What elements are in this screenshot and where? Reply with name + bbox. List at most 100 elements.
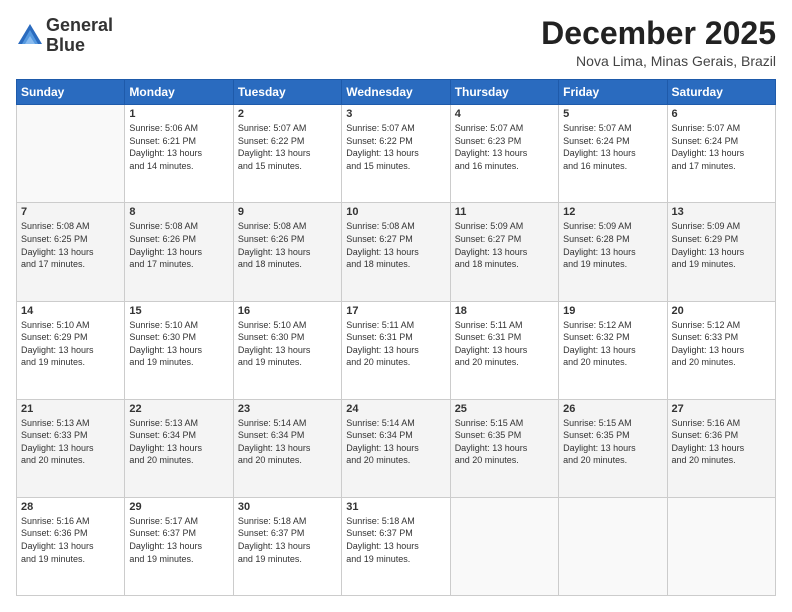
calendar-cell: 8 Sunrise: 5:08 AM Sunset: 6:26 PM Daylig… <box>125 203 233 301</box>
column-header-wednesday: Wednesday <box>342 80 450 105</box>
day-info: Sunrise: 5:15 AM Sunset: 6:35 PM Dayligh… <box>455 417 554 467</box>
day-info: Sunrise: 5:08 AM Sunset: 6:26 PM Dayligh… <box>129 220 228 270</box>
day-info: Sunrise: 5:12 AM Sunset: 6:32 PM Dayligh… <box>563 319 662 369</box>
day-number: 8 <box>129 206 228 218</box>
day-number: 19 <box>563 305 662 317</box>
day-number: 3 <box>346 108 445 120</box>
calendar-cell: 17 Sunrise: 5:11 AM Sunset: 6:31 PM Dayli… <box>342 301 450 399</box>
day-info: Sunrise: 5:07 AM Sunset: 6:24 PM Dayligh… <box>672 122 771 172</box>
day-number: 2 <box>238 108 337 120</box>
calendar-cell: 23 Sunrise: 5:14 AM Sunset: 6:34 PM Dayli… <box>233 399 341 497</box>
day-number: 17 <box>346 305 445 317</box>
column-header-tuesday: Tuesday <box>233 80 341 105</box>
calendar-cell: 7Sunrise: 5:08 AM Sunset: 6:25 PM Daylig… <box>17 203 125 301</box>
day-info: Sunrise: 5:07 AM Sunset: 6:22 PM Dayligh… <box>238 122 337 172</box>
calendar-cell: 18Sunrise: 5:11 AM Sunset: 6:31 PM Dayli… <box>450 301 558 399</box>
calendar-cell: 9 Sunrise: 5:08 AM Sunset: 6:26 PM Daylig… <box>233 203 341 301</box>
calendar-cell: 16Sunrise: 5:10 AM Sunset: 6:30 PM Dayli… <box>233 301 341 399</box>
day-info: Sunrise: 5:12 AM Sunset: 6:33 PM Dayligh… <box>672 319 771 369</box>
calendar-table: SundayMondayTuesdayWednesdayThursdayFrid… <box>16 79 776 596</box>
day-info: Sunrise: 5:15 AM Sunset: 6:35 PM Dayligh… <box>563 417 662 467</box>
calendar-cell: 15Sunrise: 5:10 AM Sunset: 6:30 PM Dayli… <box>125 301 233 399</box>
day-number: 25 <box>455 403 554 415</box>
day-info: Sunrise: 5:14 AM Sunset: 6:34 PM Dayligh… <box>238 417 337 467</box>
calendar-week-5: 28Sunrise: 5:16 AM Sunset: 6:36 PM Dayli… <box>17 497 776 595</box>
day-number: 1 <box>129 108 228 120</box>
calendar-cell <box>17 105 125 203</box>
day-number: 27 <box>672 403 771 415</box>
day-number: 11 <box>455 206 554 218</box>
calendar-cell: 4 Sunrise: 5:07 AM Sunset: 6:23 PM Daylig… <box>450 105 558 203</box>
calendar-cell: 11 Sunrise: 5:09 AM Sunset: 6:27 PM Dayli… <box>450 203 558 301</box>
calendar-cell: 10Sunrise: 5:08 AM Sunset: 6:27 PM Dayli… <box>342 203 450 301</box>
day-number: 30 <box>238 501 337 513</box>
calendar-cell: 2 Sunrise: 5:07 AM Sunset: 6:22 PM Daylig… <box>233 105 341 203</box>
day-info: Sunrise: 5:11 AM Sunset: 6:31 PM Dayligh… <box>455 319 554 369</box>
calendar-cell: 30 Sunrise: 5:18 AM Sunset: 6:37 PM Dayli… <box>233 497 341 595</box>
logo-icon <box>16 22 44 50</box>
day-info: Sunrise: 5:13 AM Sunset: 6:33 PM Dayligh… <box>21 417 120 467</box>
calendar-cell: 20 Sunrise: 5:12 AM Sunset: 6:33 PM Dayli… <box>667 301 775 399</box>
column-header-sunday: Sunday <box>17 80 125 105</box>
day-number: 29 <box>129 501 228 513</box>
day-number: 14 <box>21 305 120 317</box>
calendar-cell: 6 Sunrise: 5:07 AM Sunset: 6:24 PM Daylig… <box>667 105 775 203</box>
day-info: Sunrise: 5:08 AM Sunset: 6:26 PM Dayligh… <box>238 220 337 270</box>
calendar-header-row: SundayMondayTuesdayWednesdayThursdayFrid… <box>17 80 776 105</box>
day-info: Sunrise: 5:08 AM Sunset: 6:25 PM Dayligh… <box>21 220 120 270</box>
logo: General Blue <box>16 16 113 56</box>
calendar-cell: 5 Sunrise: 5:07 AM Sunset: 6:24 PM Daylig… <box>559 105 667 203</box>
calendar-week-3: 14 Sunrise: 5:10 AM Sunset: 6:29 PM Dayli… <box>17 301 776 399</box>
day-info: Sunrise: 5:18 AM Sunset: 6:37 PM Dayligh… <box>238 515 337 565</box>
day-info: Sunrise: 5:07 AM Sunset: 6:24 PM Dayligh… <box>563 122 662 172</box>
day-number: 9 <box>238 206 337 218</box>
day-info: Sunrise: 5:09 AM Sunset: 6:28 PM Dayligh… <box>563 220 662 270</box>
calendar-week-2: 7Sunrise: 5:08 AM Sunset: 6:25 PM Daylig… <box>17 203 776 301</box>
header: General Blue December 2025 Nova Lima, Mi… <box>16 16 776 69</box>
calendar-cell <box>667 497 775 595</box>
day-info: Sunrise: 5:09 AM Sunset: 6:29 PM Dayligh… <box>672 220 771 270</box>
day-number: 13 <box>672 206 771 218</box>
calendar-cell: 28Sunrise: 5:16 AM Sunset: 6:36 PM Dayli… <box>17 497 125 595</box>
day-number: 6 <box>672 108 771 120</box>
calendar-cell: 1 Sunrise: 5:06 AM Sunset: 6:21 PM Daylig… <box>125 105 233 203</box>
page: General Blue December 2025 Nova Lima, Mi… <box>0 0 792 612</box>
day-number: 5 <box>563 108 662 120</box>
location: Nova Lima, Minas Gerais, Brazil <box>541 53 776 69</box>
calendar-cell: 22Sunrise: 5:13 AM Sunset: 6:34 PM Dayli… <box>125 399 233 497</box>
column-header-thursday: Thursday <box>450 80 558 105</box>
day-number: 21 <box>21 403 120 415</box>
calendar-cell <box>450 497 558 595</box>
day-info: Sunrise: 5:07 AM Sunset: 6:23 PM Dayligh… <box>455 122 554 172</box>
calendar-cell: 21 Sunrise: 5:13 AM Sunset: 6:33 PM Dayli… <box>17 399 125 497</box>
day-info: Sunrise: 5:10 AM Sunset: 6:30 PM Dayligh… <box>238 319 337 369</box>
day-info: Sunrise: 5:18 AM Sunset: 6:37 PM Dayligh… <box>346 515 445 565</box>
calendar-cell <box>559 497 667 595</box>
day-number: 20 <box>672 305 771 317</box>
logo-text: General Blue <box>46 16 113 56</box>
calendar-cell: 19 Sunrise: 5:12 AM Sunset: 6:32 PM Dayli… <box>559 301 667 399</box>
day-number: 31 <box>346 501 445 513</box>
day-info: Sunrise: 5:09 AM Sunset: 6:27 PM Dayligh… <box>455 220 554 270</box>
calendar-cell: 12 Sunrise: 5:09 AM Sunset: 6:28 PM Dayli… <box>559 203 667 301</box>
column-header-friday: Friday <box>559 80 667 105</box>
day-number: 23 <box>238 403 337 415</box>
day-info: Sunrise: 5:14 AM Sunset: 6:34 PM Dayligh… <box>346 417 445 467</box>
day-number: 26 <box>563 403 662 415</box>
calendar-cell: 24 Sunrise: 5:14 AM Sunset: 6:34 PM Dayli… <box>342 399 450 497</box>
day-info: Sunrise: 5:10 AM Sunset: 6:30 PM Dayligh… <box>129 319 228 369</box>
day-number: 4 <box>455 108 554 120</box>
calendar-week-1: 1 Sunrise: 5:06 AM Sunset: 6:21 PM Daylig… <box>17 105 776 203</box>
day-info: Sunrise: 5:10 AM Sunset: 6:29 PM Dayligh… <box>21 319 120 369</box>
day-number: 12 <box>563 206 662 218</box>
day-info: Sunrise: 5:11 AM Sunset: 6:31 PM Dayligh… <box>346 319 445 369</box>
calendar-week-4: 21 Sunrise: 5:13 AM Sunset: 6:33 PM Dayli… <box>17 399 776 497</box>
calendar-cell: 13 Sunrise: 5:09 AM Sunset: 6:29 PM Dayli… <box>667 203 775 301</box>
month-title: December 2025 <box>541 16 776 51</box>
calendar-cell: 3Sunrise: 5:07 AM Sunset: 6:22 PM Daylig… <box>342 105 450 203</box>
day-number: 22 <box>129 403 228 415</box>
day-info: Sunrise: 5:06 AM Sunset: 6:21 PM Dayligh… <box>129 122 228 172</box>
day-info: Sunrise: 5:17 AM Sunset: 6:37 PM Dayligh… <box>129 515 228 565</box>
day-number: 24 <box>346 403 445 415</box>
day-number: 28 <box>21 501 120 513</box>
